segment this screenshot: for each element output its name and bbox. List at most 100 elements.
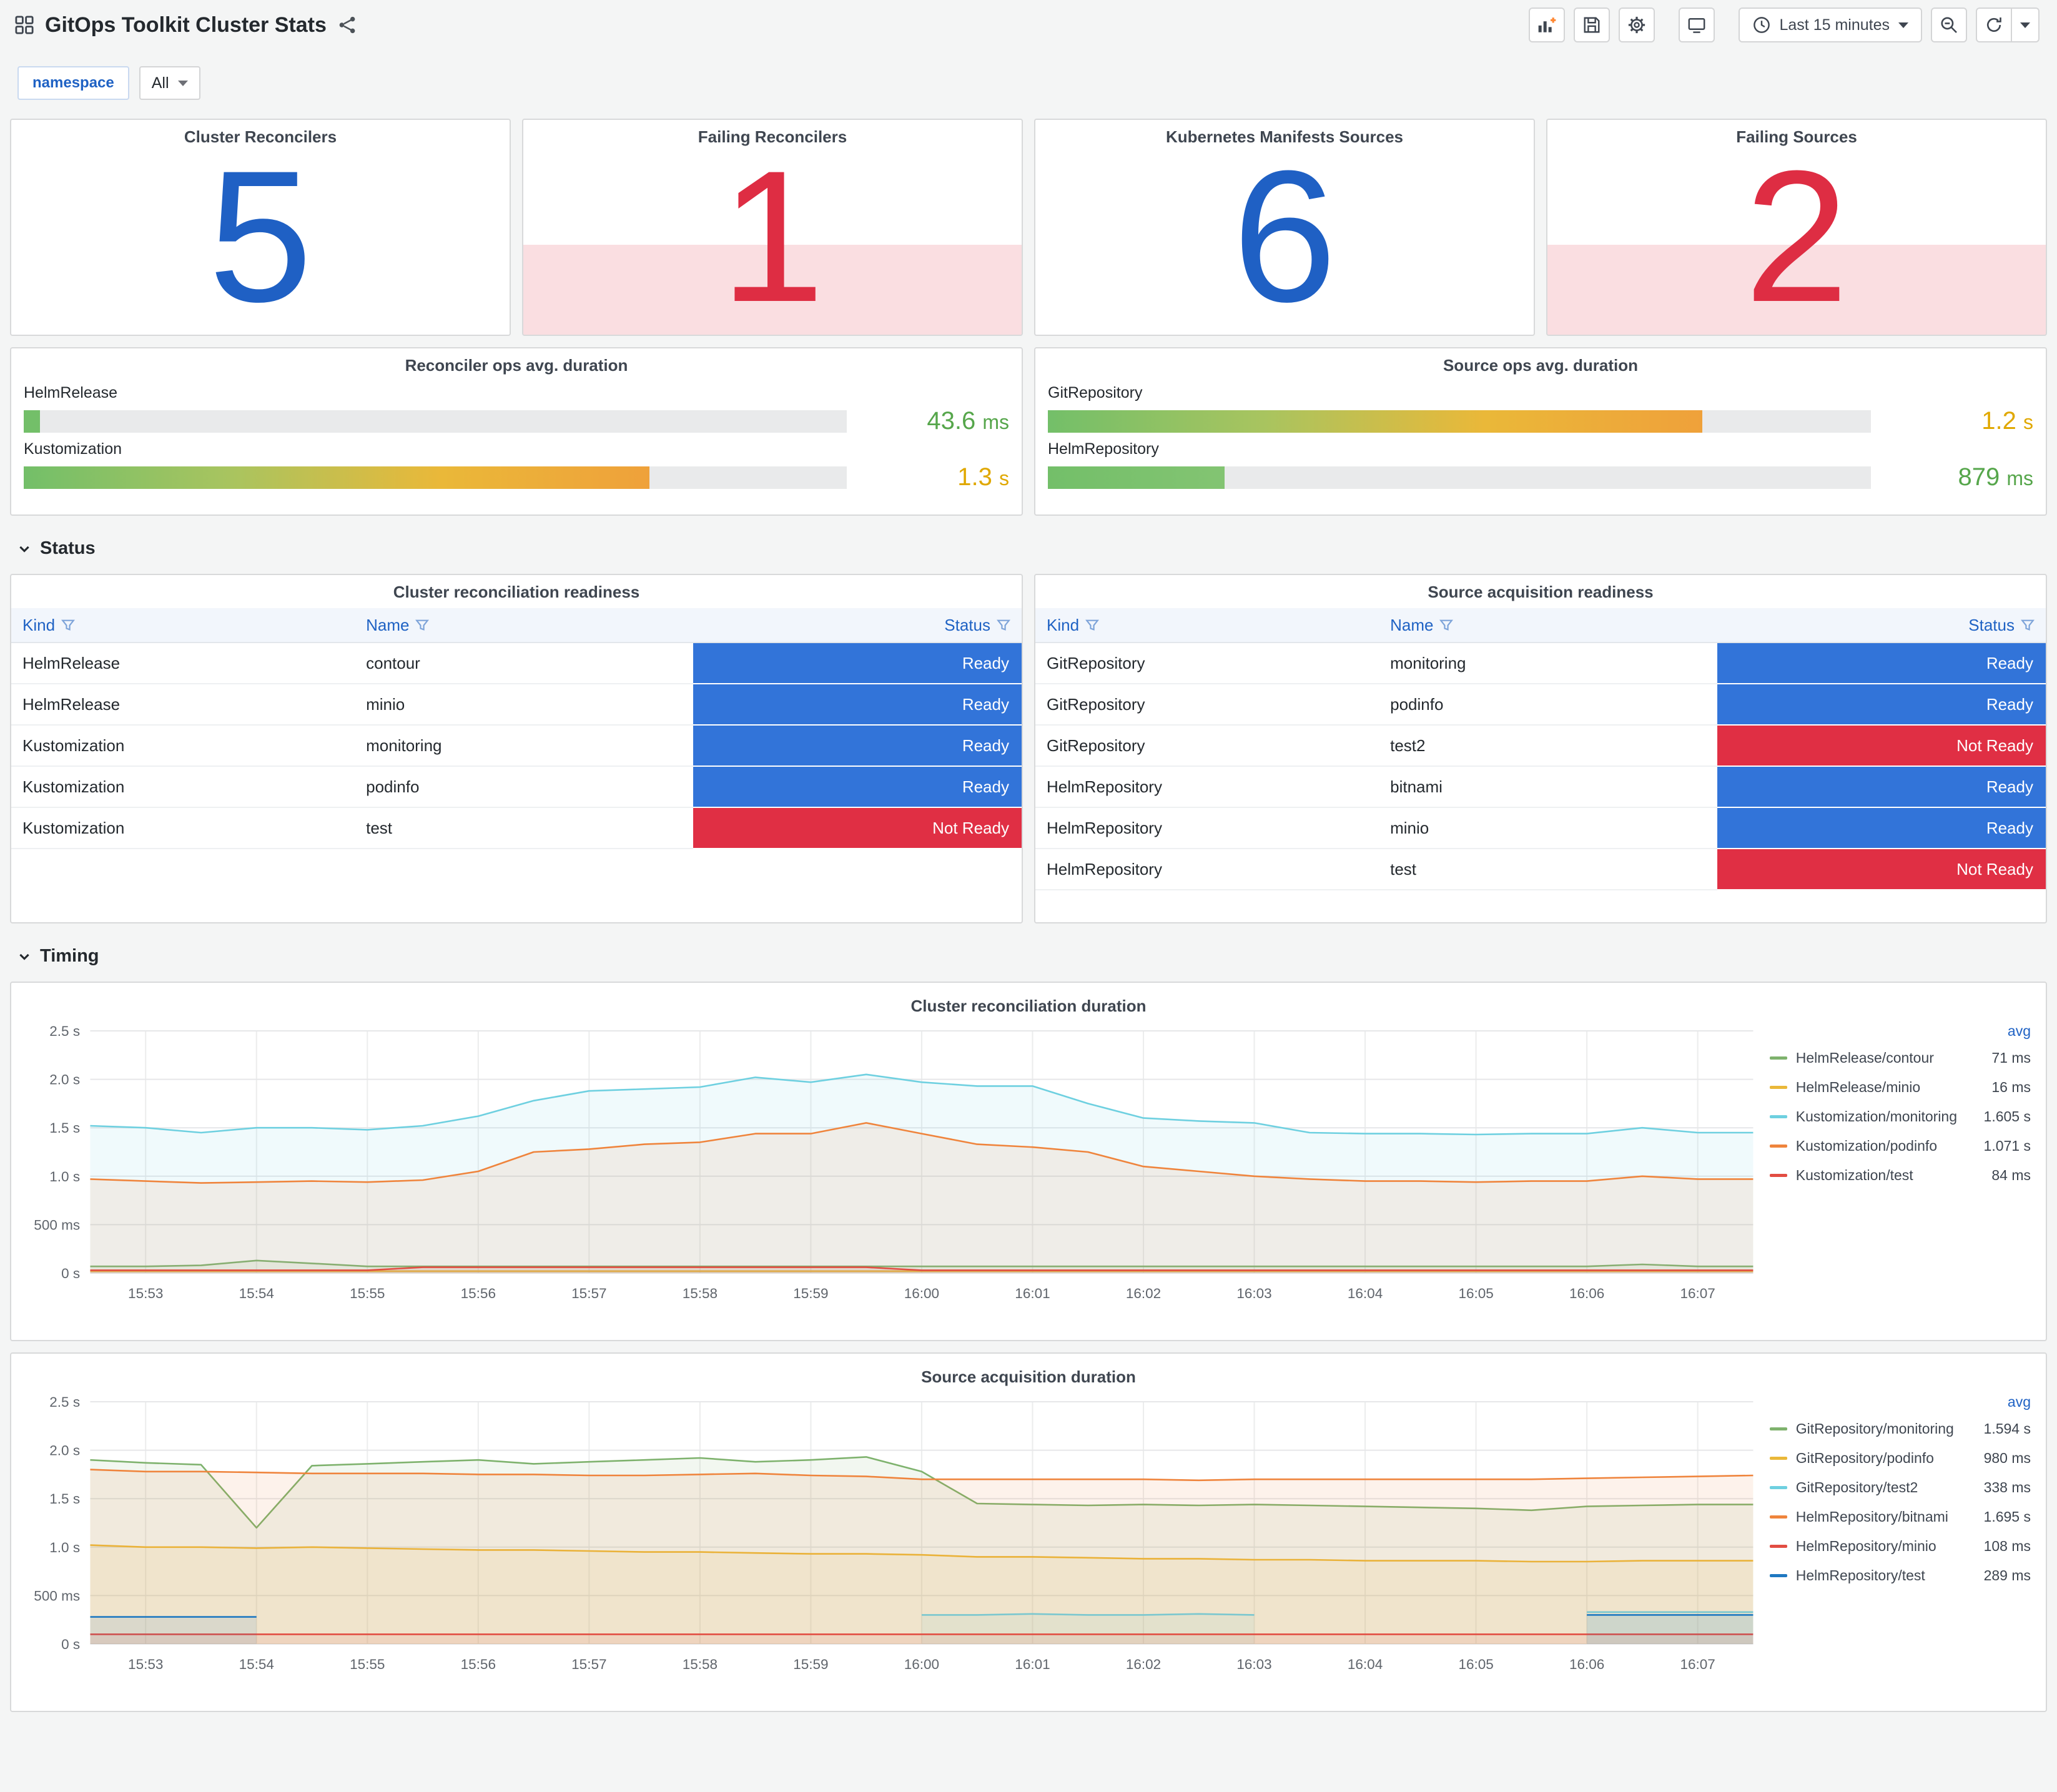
gauge-fill — [24, 466, 649, 489]
cell-status: Ready — [693, 684, 1022, 726]
legend-item-gitrepository-test2[interactable]: GitRepository/test2 338 ms — [1769, 1473, 2031, 1502]
svg-text:16:04: 16:04 — [1348, 1657, 1383, 1672]
variable-namespace-select[interactable]: All — [139, 66, 200, 100]
readiness-table: Kind Name Status HelmRelease contour Ready Hel… — [11, 608, 1022, 849]
legend-series-marker — [1769, 1457, 1787, 1460]
zoom-out-button[interactable] — [1931, 7, 1967, 42]
gauge-label: HelmRepository — [1048, 440, 1159, 458]
section-timing[interactable]: Timing — [10, 935, 2047, 970]
table-row: Kustomization test Not Ready — [11, 808, 1022, 849]
legend-item-kustomization-test[interactable]: Kustomization/test 84 ms — [1769, 1161, 2031, 1190]
dashboard-grid: Cluster Reconcilers 5 Failing Reconcilers 1… — [0, 119, 2057, 1722]
svg-text:15:56: 15:56 — [461, 1286, 496, 1301]
column-header-status[interactable]: Status — [1717, 616, 2046, 635]
legend-series-name: HelmRepository/test — [1795, 1567, 1925, 1583]
legend-item-helmrelease-minio[interactable]: HelmRelease/minio 16 ms — [1769, 1073, 2031, 1102]
column-header-status[interactable]: Status — [693, 616, 1022, 635]
legend-series-marker — [1769, 1115, 1787, 1118]
gauge-label: GitRepository — [1048, 384, 1143, 401]
time-range-picker[interactable]: Last 15 minutes — [1738, 7, 1922, 42]
cell-name: podinfo — [1379, 684, 1718, 726]
table-row: HelmRepository test Not Ready — [1035, 849, 2046, 890]
gauge-content: GitRepository 1.2 s HelmRepository 879 ms — [1035, 375, 2046, 491]
save-dashboard-button[interactable] — [1573, 7, 1610, 42]
legend-item-helmrepository-bitnami[interactable]: HelmRepository/bitnami 1.695 s — [1769, 1502, 2031, 1532]
legend-series-marker — [1769, 1545, 1787, 1548]
column-header-kind[interactable]: Kind — [11, 616, 355, 635]
filter-funnel-icon[interactable] — [996, 618, 1010, 632]
legend-series-avg: 71 ms — [1991, 1050, 2031, 1066]
svg-text:16:01: 16:01 — [1015, 1657, 1050, 1672]
legend-series-name: Kustomization/test — [1795, 1167, 1913, 1183]
table-row: Kustomization podinfo Ready — [11, 767, 1022, 808]
chart-legend: avg GitRepository/monitoring 1.594 s GitRep… — [1762, 1389, 2036, 1701]
panel-title[interactable]: Source acquisition duration — [21, 1360, 2036, 1387]
legend-item-gitrepository-monitoring[interactable]: GitRepository/monitoring 1.594 s — [1769, 1414, 2031, 1444]
panel-source-acquisition-duration: Source acquisition duration 15:53 15:54 15:… — [10, 1352, 2047, 1712]
svg-text:15:58: 15:58 — [683, 1657, 718, 1672]
legend-series-avg: 1.594 s — [1983, 1420, 2031, 1437]
svg-text:15:54: 15:54 — [239, 1286, 274, 1301]
refresh-interval-button[interactable] — [2012, 7, 2040, 42]
tv-mode-button[interactable] — [1678, 7, 1715, 42]
dashboard-settings-button[interactable] — [1618, 7, 1655, 42]
table-header-row: Kind Name Status — [11, 608, 1022, 643]
legend-series-name: GitRepository/podinfo — [1795, 1450, 1934, 1466]
panel-title[interactable]: Cluster reconciliation duration — [21, 989, 2036, 1016]
column-header-kind[interactable]: Kind — [1035, 616, 1379, 635]
template-variables-row: namespace All — [0, 50, 2057, 119]
chevron-down-icon — [19, 546, 29, 553]
variable-namespace-label[interactable]: namespace — [17, 66, 129, 100]
panel-title[interactable]: Cluster reconciliation readiness — [11, 575, 1022, 602]
filter-funnel-icon[interactable] — [415, 618, 430, 632]
cell-kind: GitRepository — [1035, 643, 1379, 684]
legend-series-marker — [1769, 1174, 1787, 1177]
gauge-fill — [1048, 466, 1225, 489]
legend-series-marker — [1769, 1486, 1787, 1489]
legend-series-marker — [1769, 1427, 1787, 1430]
svg-text:16:03: 16:03 — [1236, 1657, 1271, 1672]
gauge-bar: 879 ms — [1048, 463, 2033, 491]
gauge-panel-reconciler-ops-avg-duration: Reconciler ops avg. duration HelmRelease 4… — [10, 347, 1023, 516]
legend-series-name: Kustomization/monitoring — [1795, 1108, 1957, 1125]
chart-legend: avg HelmRelease/contour 71 ms HelmRelease/m… — [1762, 1018, 2036, 1331]
stats-row: Cluster Reconcilers 5 Failing Reconcilers 1… — [10, 119, 2047, 336]
gauge-fill — [1048, 410, 1702, 433]
panel-title[interactable]: Source acquisition readiness — [1035, 575, 2046, 602]
legend-item-helmrepository-minio[interactable]: HelmRepository/minio 108 ms — [1769, 1532, 2031, 1561]
column-header-name[interactable]: Name — [1379, 616, 1717, 635]
gauge-helmrepository: HelmRepository 879 ms — [1048, 440, 2033, 491]
svg-text:16:07: 16:07 — [1680, 1286, 1715, 1301]
svg-text:500 ms: 500 ms — [34, 1588, 80, 1604]
filter-funnel-icon[interactable] — [1085, 618, 1100, 632]
legend-item-kustomization-podinfo[interactable]: Kustomization/podinfo 1.071 s — [1769, 1131, 2031, 1161]
legend-item-kustomization-monitoring[interactable]: Kustomization/monitoring 1.605 s — [1769, 1102, 2031, 1131]
cell-kind: HelmRepository — [1035, 849, 1379, 890]
legend-series-avg: 108 ms — [1983, 1538, 2031, 1554]
cell-status: Ready — [693, 726, 1022, 767]
filter-funnel-icon[interactable] — [1439, 618, 1454, 632]
refresh-button[interactable] — [1976, 7, 2012, 42]
svg-text:1.5 s: 1.5 s — [49, 1120, 80, 1136]
legend-item-helmrelease-contour[interactable]: HelmRelease/contour 71 ms — [1769, 1043, 2031, 1073]
table-panel-cluster-reconciliation-readiness: Cluster reconciliation readiness Kind Name… — [10, 574, 1023, 923]
cell-name: test2 — [1379, 726, 1718, 767]
panel-title[interactable]: Source ops avg. duration — [1035, 348, 2046, 375]
legend-item-gitrepository-podinfo[interactable]: GitRepository/podinfo 980 ms — [1769, 1444, 2031, 1473]
panel-title[interactable]: Reconciler ops avg. duration — [11, 348, 1022, 375]
svg-text:16:06: 16:06 — [1569, 1286, 1604, 1301]
legend-item-helmrepository-test[interactable]: HelmRepository/test 289 ms — [1769, 1561, 2031, 1590]
section-status[interactable]: Status — [10, 527, 2047, 563]
filter-funnel-icon[interactable] — [2020, 618, 2035, 632]
share-icon[interactable] — [338, 16, 357, 34]
filter-funnel-icon[interactable] — [61, 618, 76, 632]
dashboard-grid-icon[interactable] — [15, 16, 34, 34]
add-panel-button[interactable] — [1528, 7, 1565, 42]
legend-series-avg: 1.071 s — [1983, 1138, 2031, 1154]
svg-text:16:02: 16:02 — [1126, 1657, 1161, 1672]
table-row: GitRepository podinfo Ready — [1035, 684, 2046, 726]
gauge-value: 1.2 s — [1981, 407, 2033, 435]
cell-kind: GitRepository — [1035, 684, 1379, 726]
cell-kind: HelmRepository — [1035, 808, 1379, 849]
column-header-name[interactable]: Name — [355, 616, 693, 635]
